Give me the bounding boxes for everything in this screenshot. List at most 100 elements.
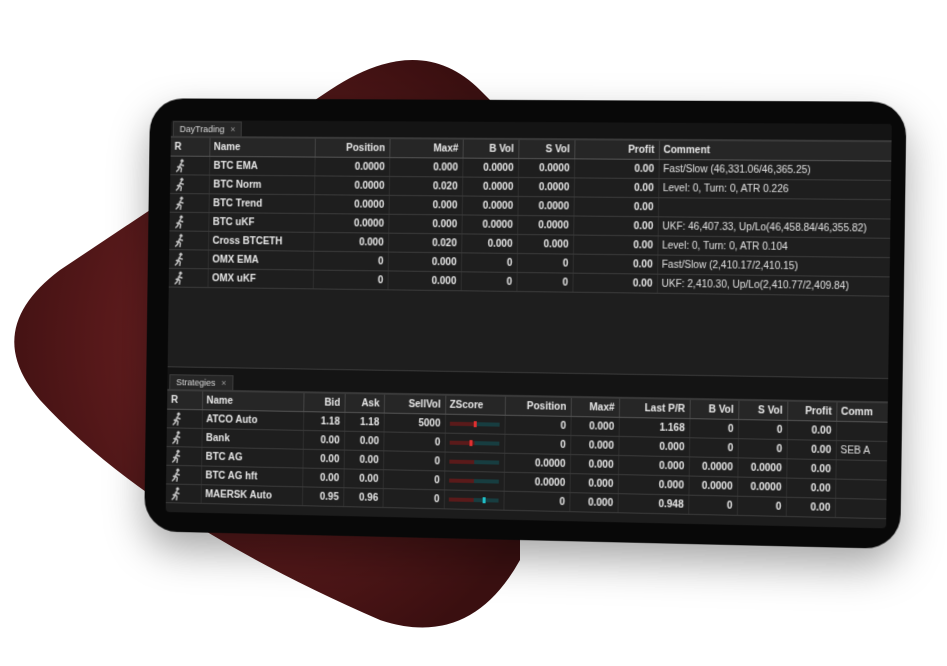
comment-text: SEB A — [835, 440, 892, 462]
sell-volume: 0.0000 — [517, 158, 575, 178]
tab-daytrading[interactable]: DayTrading × — [172, 121, 243, 137]
comment-text: UKF: 2,410.30, Up/Lo(2,410.77/2,409.84) — [656, 274, 892, 297]
running-person-icon[interactable] — [174, 196, 188, 210]
run-status-cell[interactable] — [165, 483, 201, 504]
running-person-icon[interactable] — [173, 252, 187, 266]
sell-volume: 0 — [737, 438, 787, 459]
profit-value: 0.00 — [572, 254, 658, 275]
column-header[interactable]: B Vol — [462, 139, 519, 159]
run-status-cell[interactable] — [169, 249, 209, 269]
run-status-cell[interactable] — [169, 212, 209, 232]
sell-volume: 0 — [382, 469, 445, 490]
strategy-name: BTC Norm — [208, 175, 315, 195]
running-person-icon[interactable] — [170, 468, 184, 482]
column-header[interactable]: Profit — [574, 140, 660, 160]
close-icon[interactable]: × — [221, 378, 226, 388]
column-header[interactable]: ZScore — [445, 395, 505, 416]
column-header[interactable]: Name — [201, 391, 304, 412]
strategy-name: BTC Trend — [208, 193, 315, 214]
buy-volume: 0 — [688, 437, 738, 458]
zscore-cell — [443, 489, 504, 511]
zscore-bar — [448, 497, 499, 504]
max-value: 0.020 — [388, 233, 462, 253]
strategies-panel: R Name Bid Ask SellVol ZScore Position Max# Last… — [165, 390, 892, 520]
position-value: 0.0000 — [314, 175, 390, 196]
zscore-bar — [449, 421, 500, 428]
monitor-frame: DayTrading × R Name Position Max# B Vol S Vol… — [144, 98, 907, 550]
profit-value: 0.00 — [786, 439, 836, 460]
column-header[interactable]: S Vol — [518, 139, 575, 159]
column-header[interactable]: SellVol — [383, 394, 446, 415]
sell-volume: 0 — [383, 450, 445, 471]
run-status-cell[interactable] — [169, 193, 209, 213]
profit-value: 0.00 — [573, 216, 658, 236]
column-header[interactable]: Ask — [344, 393, 385, 414]
strategy-name: BTC EMA — [209, 156, 315, 176]
column-header[interactable]: R — [170, 137, 210, 157]
run-status-cell[interactable] — [166, 446, 202, 466]
bid-value: 1.18 — [303, 411, 345, 432]
column-header[interactable]: S Vol — [738, 400, 788, 421]
sell-volume: 0.0000 — [517, 196, 574, 217]
max-value: 0.000 — [569, 454, 619, 475]
buy-volume: 0.0000 — [462, 177, 518, 197]
position-value: 0.0000 — [503, 472, 570, 493]
max-value: 0.000 — [569, 492, 618, 513]
ask-value: 0.00 — [343, 450, 384, 470]
run-status-cell[interactable] — [170, 156, 210, 176]
strategy-name: BTC uKF — [208, 212, 314, 233]
column-header[interactable]: Comm — [836, 402, 892, 423]
max-value: 0.000 — [387, 270, 461, 291]
running-person-icon[interactable] — [173, 233, 187, 247]
run-status-cell[interactable] — [168, 268, 208, 288]
sell-volume: 0.000 — [516, 234, 574, 255]
max-value: 0.000 — [388, 214, 462, 234]
column-header[interactable]: Max# — [570, 397, 620, 418]
run-status-cell[interactable] — [170, 174, 210, 194]
column-header[interactable]: B Vol — [689, 399, 739, 420]
position-value: 0 — [313, 251, 389, 271]
tab-strategies[interactable]: Strategies × — [169, 374, 234, 391]
running-person-icon[interactable] — [170, 449, 184, 463]
run-status-cell[interactable] — [166, 427, 202, 448]
profit-value: 0.00 — [572, 235, 658, 256]
running-person-icon[interactable] — [174, 177, 188, 191]
zscore-cell — [444, 452, 505, 473]
max-value: 0.000 — [570, 435, 619, 456]
column-header[interactable]: Max# — [389, 139, 463, 159]
position-value: 0 — [503, 491, 570, 512]
zscore-cell — [444, 414, 505, 435]
run-status-cell[interactable] — [169, 230, 209, 251]
sell-volume: 0 — [383, 431, 445, 453]
ask-value: 0.00 — [343, 468, 384, 489]
profit-value: 0.00 — [786, 458, 836, 480]
running-person-icon[interactable] — [170, 430, 184, 444]
column-header[interactable]: Position — [504, 396, 571, 417]
zscore-bar — [448, 478, 499, 484]
profit-value: 0.00 — [785, 497, 836, 518]
run-status-cell[interactable] — [166, 465, 202, 485]
column-header[interactable]: Comment — [658, 140, 892, 162]
bid-value: 0.00 — [302, 430, 345, 451]
column-header[interactable]: R — [167, 390, 203, 410]
column-header[interactable]: Last P/R — [618, 398, 690, 419]
buy-volume: 0 — [688, 495, 738, 516]
zscore-bar — [449, 439, 499, 446]
running-person-icon[interactable] — [173, 271, 187, 285]
column-header[interactable]: Position — [314, 138, 390, 158]
running-person-icon[interactable] — [170, 486, 184, 500]
position-value: 0.0000 — [503, 453, 571, 474]
last-pr-value: 0.000 — [618, 455, 689, 477]
ask-value: 0.00 — [343, 431, 384, 451]
close-icon[interactable]: × — [230, 124, 235, 134]
run-status-cell[interactable] — [166, 409, 202, 429]
running-person-icon[interactable] — [173, 215, 187, 229]
column-header[interactable]: Profit — [787, 401, 837, 422]
column-header[interactable]: Name — [209, 138, 315, 158]
running-person-icon[interactable] — [171, 412, 185, 426]
sell-volume: 0 — [516, 272, 573, 293]
zscore-marker — [482, 497, 486, 504]
running-person-icon[interactable] — [174, 159, 188, 173]
column-header[interactable]: Bid — [303, 393, 345, 413]
daytrading-panel: R Name Position Max# B Vol S Vol Profit Comment… — [167, 137, 892, 379]
